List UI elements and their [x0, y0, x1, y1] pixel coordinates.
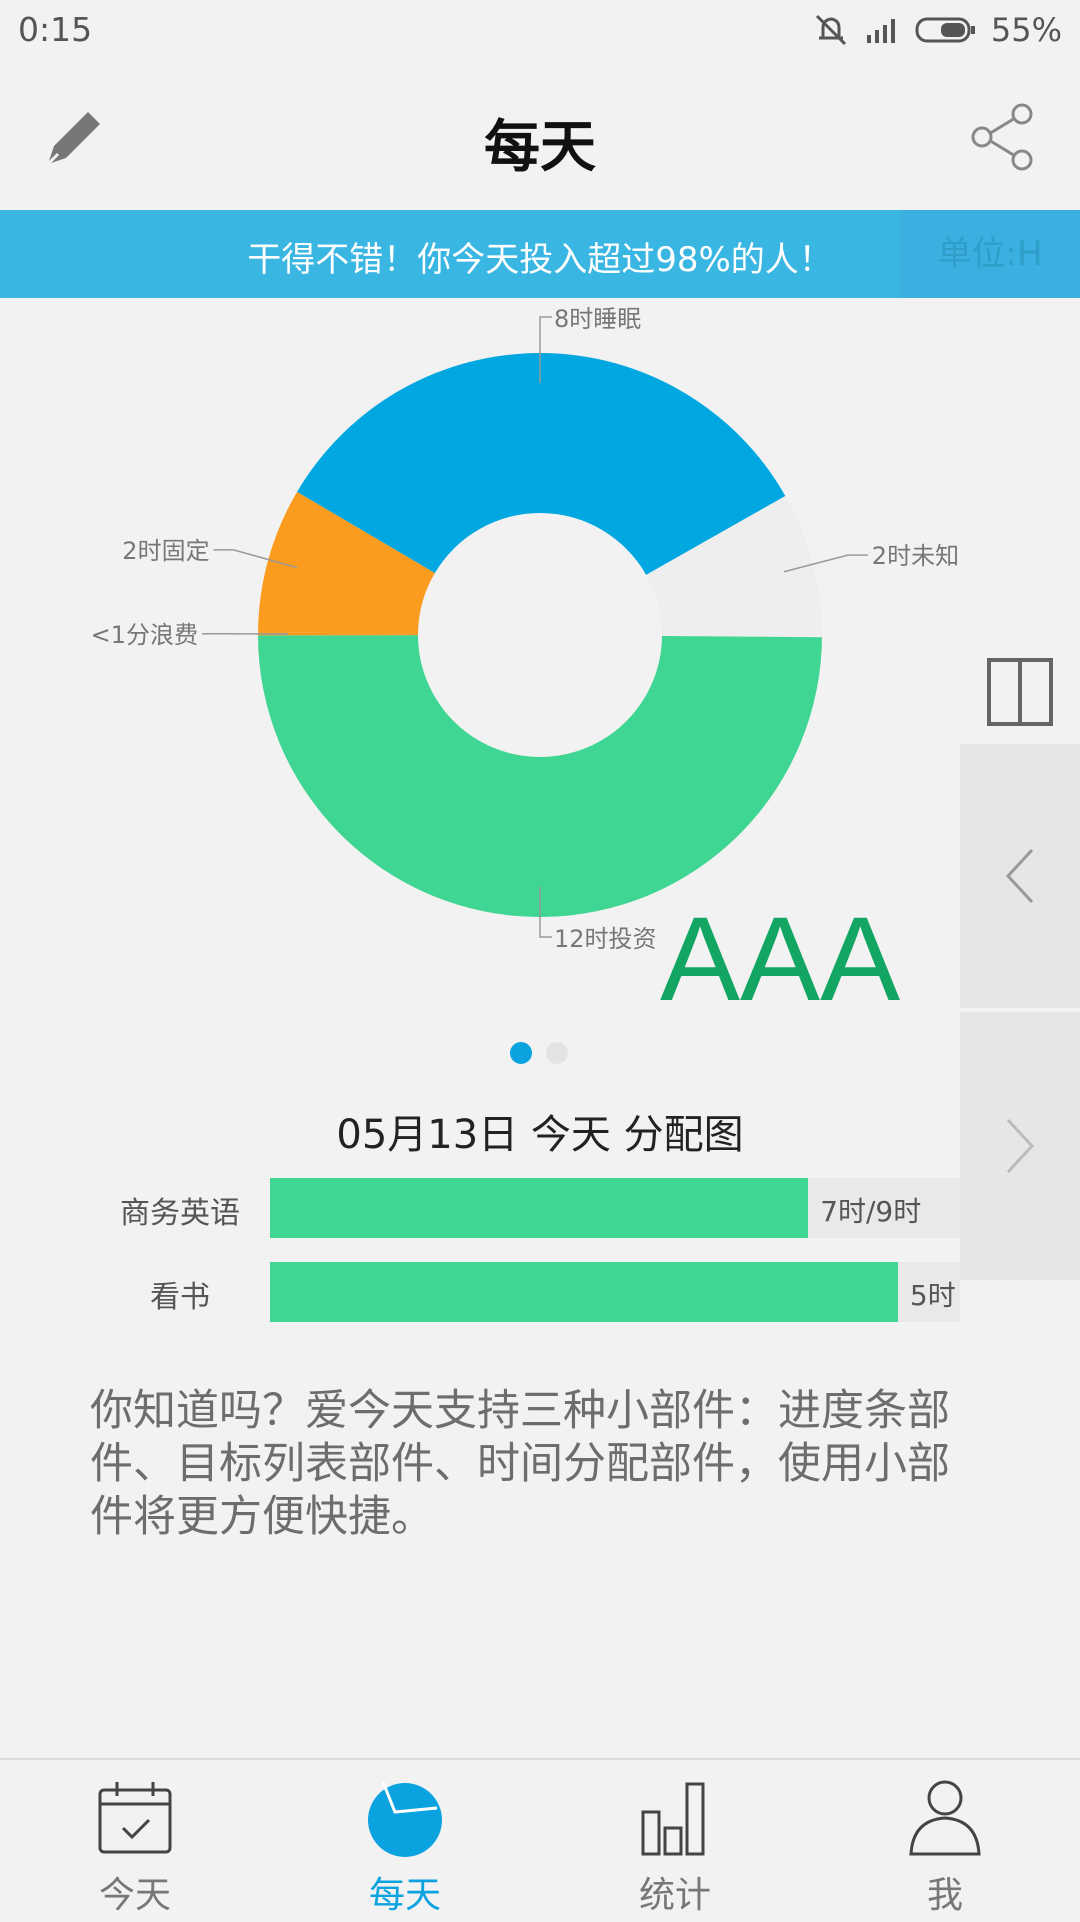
header: 每天 — [0, 62, 1080, 210]
battery-icon — [915, 15, 977, 45]
share-icon[interactable] — [966, 100, 1040, 174]
slice-label: 8时睡眠 — [554, 305, 641, 333]
user-icon — [905, 1778, 985, 1858]
status-icons: 55% — [811, 8, 1062, 52]
tip-text: 你知道吗？爱今天支持三种小部件：进度条部件、目标列表部件、时间分配部件，使用小部… — [90, 1385, 990, 1544]
pie-chart-icon — [365, 1778, 445, 1858]
allocation-track — [270, 1262, 960, 1322]
bottom-tab-bar: 今天 每天 统计 我 — [0, 1758, 1080, 1922]
tab-label: 我 — [810, 1866, 1080, 1918]
slice-label: 12时投资 — [554, 925, 657, 953]
tab-me[interactable]: 我 — [810, 1760, 1080, 1922]
allocation-label: 看书 — [80, 1272, 280, 1316]
tab-label: 今天 — [0, 1866, 270, 1918]
slice-label: <1分浪费 — [91, 621, 198, 649]
encouragement-banner: 干得不错！你今天投入超过98%的人！ 单位:H — [0, 210, 1080, 298]
allocation-value: 5时 — [910, 1274, 956, 1314]
slice-label: 2时固定 — [122, 537, 209, 565]
signal-icon — [865, 15, 901, 45]
page-dot-2[interactable] — [546, 1042, 568, 1064]
status-time: 0:15 — [18, 10, 92, 49]
tab-label: 统计 — [540, 1866, 810, 1918]
allocation-fill — [270, 1262, 898, 1322]
allocation-row[interactable]: 看书 5时 — [0, 1262, 960, 1322]
allocation-row[interactable]: 商务英语 7时/9时 — [0, 1178, 960, 1238]
bar-chart-icon — [635, 1778, 715, 1858]
side-panel — [960, 640, 1080, 1280]
allocation-value: 7时/9时 — [820, 1190, 921, 1230]
donut-slice-1[interactable] — [258, 635, 822, 917]
tab-daily[interactable]: 每天 — [270, 1760, 540, 1922]
allocation-fill — [270, 1178, 808, 1238]
tab-label: 每天 — [270, 1866, 540, 1918]
allocation-label: 商务英语 — [80, 1188, 280, 1232]
page-title: 每天 — [0, 102, 1080, 183]
overlay-text: AAA — [660, 890, 900, 1028]
calendar-icon — [95, 1778, 175, 1858]
chevron-left-icon — [1000, 846, 1040, 906]
mute-icon — [811, 10, 851, 50]
battery-percent: 55% — [991, 11, 1062, 49]
tab-today[interactable]: 今天 — [0, 1760, 270, 1922]
slice-label: 2时未知 — [872, 542, 959, 570]
status-bar: 0:15 55% — [0, 0, 1080, 62]
book-icon — [986, 657, 1054, 727]
page-indicator — [510, 1042, 568, 1064]
page-dot-1[interactable] — [510, 1042, 532, 1064]
unit-label[interactable]: 单位:H — [900, 210, 1080, 298]
tab-statistics[interactable]: 统计 — [540, 1760, 810, 1922]
book-toggle[interactable] — [960, 640, 1080, 744]
allocation-title: 05月13日 今天 分配图 — [0, 1102, 1080, 1160]
previous-day-button[interactable] — [960, 744, 1080, 1008]
